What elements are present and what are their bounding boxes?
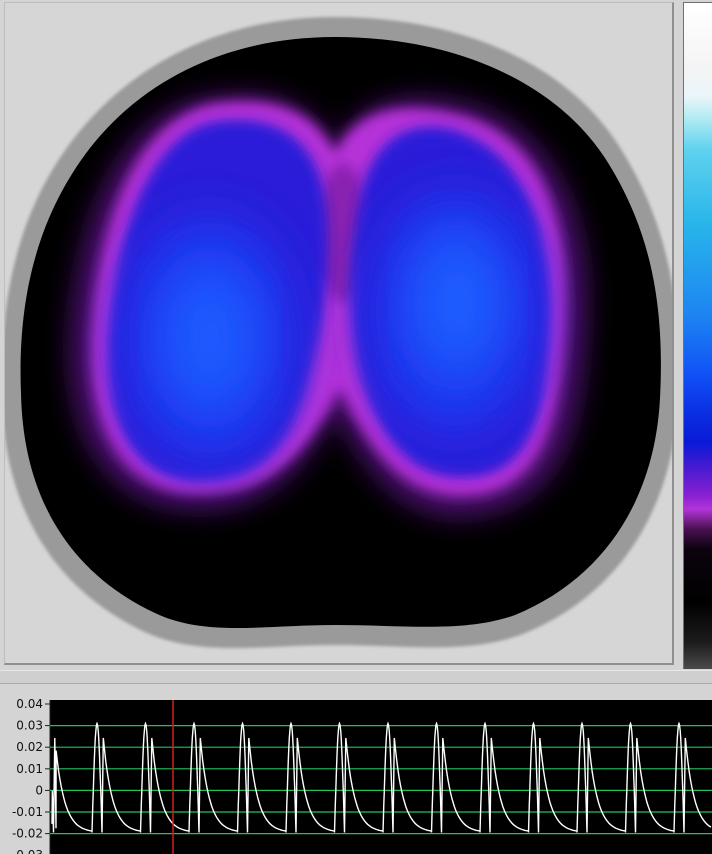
tomography-image bbox=[5, 17, 672, 648]
y-tick-label: 0.04 bbox=[16, 697, 43, 711]
y-tick-label: 0.03 bbox=[16, 719, 43, 733]
y-tick-label: -0.01 bbox=[12, 805, 43, 819]
color-scale-bar bbox=[683, 2, 712, 669]
y-tick-label: -0.03 bbox=[12, 848, 43, 854]
panel-divider[interactable] bbox=[0, 670, 712, 684]
y-axis-ticks bbox=[45, 703, 50, 835]
eit-viewer-window: 0.04 0.03 0.02 0.01 0 -0.01 -0.02 -0.03 bbox=[0, 0, 712, 854]
y-axis-tick-labels: 0.04 0.03 0.02 0.01 0 -0.01 -0.02 -0.03 bbox=[12, 697, 43, 854]
tomography-image-panel bbox=[4, 2, 674, 665]
impedance-waveform-chart: 0.04 0.03 0.02 0.01 0 -0.01 -0.02 -0.03 bbox=[12, 697, 712, 854]
y-tick-label: 0 bbox=[35, 783, 43, 797]
y-tick-label: 0.02 bbox=[16, 740, 43, 754]
y-tick-label: -0.02 bbox=[12, 827, 43, 841]
impedance-waveform-panel: 0.04 0.03 0.02 0.01 0 -0.01 -0.02 -0.03 bbox=[0, 688, 712, 854]
y-tick-label: 0.01 bbox=[16, 762, 43, 776]
